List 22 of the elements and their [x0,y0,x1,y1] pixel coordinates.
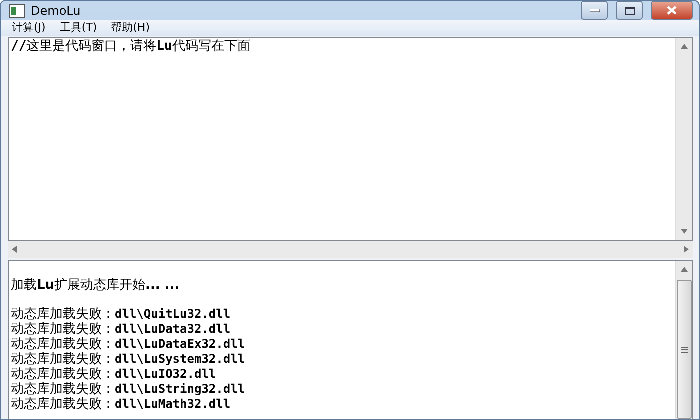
menu-item[interactable]: 计算(J) [5,20,53,36]
vertical-scrollbar[interactable] [675,38,692,240]
menu-item[interactable]: 工具(T) [52,20,104,36]
scroll-right-arrow-icon[interactable] [684,246,689,253]
minimize-icon [590,8,600,12]
scroll-up-arrow-icon[interactable] [680,44,688,49]
scroll-left-arrow-icon[interactable] [12,246,17,253]
close-icon [667,6,677,15]
close-button[interactable] [651,1,693,20]
grip-icon [680,346,688,352]
scroll-up-arrow-icon[interactable] [680,267,688,272]
output-log: 加载Lu扩展动态库开始... ... 动态库加载失败：dll\QuitLu32.dll 动态库加载失败：dll\LuData32.dll 动态库加载失败：dll\LuDataEx32.dll 动态库加载失败：dll\LuSystem32.dll 动态库加载失败：dll\LuIO32.dll 动态库加载失败：dll\LuString32.dll 动态库加载失败：dll\LuMath32.dll [10,277,246,414]
horizontal-scrollbar[interactable] [8,241,693,258]
maximize-icon [624,6,634,14]
app-icon [9,4,25,18]
window-title: DemoLu [31,4,82,18]
vertical-scrollbar[interactable] [675,261,692,419]
menu-item[interactable]: 帮助(H) [104,20,157,36]
scroll-down-arrow-icon[interactable] [680,229,688,234]
scrollbar-thumb[interactable] [676,280,692,419]
maximize-button[interactable] [616,1,643,20]
minimize-button[interactable] [581,1,608,20]
